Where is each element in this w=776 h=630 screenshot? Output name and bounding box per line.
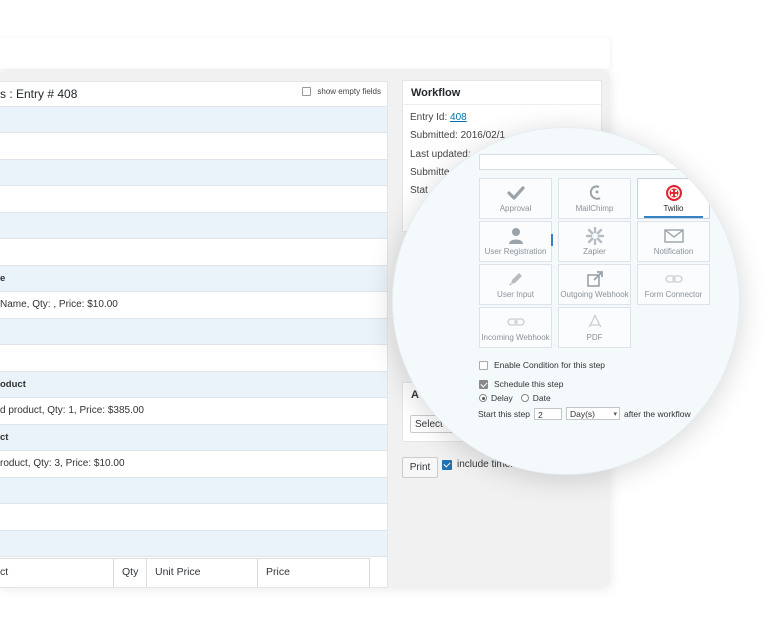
field-value-row: Name, Qty: , Price: $10.00	[0, 292, 387, 319]
step-type-label: Notification	[653, 247, 694, 256]
show-empty-fields-toggle[interactable]: show empty fields	[302, 87, 381, 96]
entry-title: s : Entry # 408	[0, 87, 78, 101]
pdf-icon	[559, 313, 630, 331]
start-prefix-label: Start this step	[478, 408, 530, 419]
schedule-checkbox[interactable]	[479, 379, 488, 389]
show-empty-label: show empty fields	[317, 87, 381, 96]
step-type-label: Twilio	[663, 204, 684, 213]
field-label-row: oduct	[0, 372, 387, 398]
field-value-row	[0, 133, 387, 160]
field-label: e	[0, 273, 6, 284]
step-type-mailchimp[interactable]: MailChimp	[558, 178, 631, 219]
link-icon	[480, 313, 551, 331]
divider	[403, 104, 601, 105]
field-label-row	[0, 160, 387, 186]
field-label-row: ct	[0, 425, 387, 451]
enable-condition-option[interactable]: Enable Condition for this step	[479, 360, 605, 370]
field-label-row: e	[0, 266, 387, 292]
field-value: Name, Qty: , Price: $10.00	[0, 299, 118, 310]
start-suffix-label: after the workflow	[623, 408, 691, 419]
col-price: Price	[266, 566, 290, 578]
col-divider	[113, 559, 114, 587]
product-table-header: ct Qty Unit Price Price	[0, 558, 370, 587]
enable-condition-checkbox[interactable]	[479, 360, 488, 370]
step-type-label: Form Connector	[644, 290, 703, 299]
step-type-user-registration[interactable]: User Registration	[479, 221, 552, 262]
step-type-form-connector[interactable]: Form Connector	[637, 264, 710, 305]
entry-id-row: Entry Id: 408	[410, 112, 467, 123]
external-link-icon	[559, 270, 630, 288]
field-value-row: roduct, Qty: 3, Price: $10.00	[0, 451, 387, 478]
step-type-label: Zapier	[583, 247, 606, 256]
step-name-input[interactable]	[479, 154, 711, 170]
field-label-row	[0, 531, 387, 557]
col-divider	[146, 559, 147, 587]
field-value-row	[0, 186, 387, 213]
entry-id-link[interactable]: 408	[450, 112, 467, 123]
scroll-indicator	[551, 234, 553, 246]
envelope-icon	[638, 227, 709, 245]
field-value: d product, Qty: 1, Price: $385.00	[0, 405, 144, 416]
delay-label: Delay	[491, 393, 513, 403]
field-label-row	[0, 319, 387, 345]
step-type-approval[interactable]: Approval	[479, 178, 552, 219]
entry-header: s : Entry # 408 show empty fields	[0, 82, 387, 107]
date-radio[interactable]	[520, 394, 529, 402]
link-icon	[638, 270, 709, 288]
field-label: ct	[0, 432, 9, 443]
field-value-row: d product, Qty: 1, Price: $385.00	[0, 398, 387, 425]
show-empty-checkbox[interactable]	[302, 87, 312, 96]
top-bar	[0, 38, 610, 69]
mailchimp-icon	[559, 184, 630, 202]
delay-unit-select[interactable]: Day(s)	[565, 407, 620, 421]
step-type-label: PDF	[586, 333, 603, 342]
field-label: oduct	[0, 379, 26, 390]
checkmark-icon	[480, 184, 551, 202]
schedule-label: Schedule this step	[494, 379, 564, 389]
field-value-row	[0, 239, 387, 266]
step-type-label: User Input	[497, 290, 534, 299]
step-type-label: Approval	[499, 204, 532, 213]
pencil-icon	[480, 270, 551, 288]
entry-detail-box: s : Entry # 408 show empty fields e Name,…	[0, 81, 388, 588]
step-type-label: Incoming Webhook	[481, 333, 550, 342]
step-type-label: Outgoing Webhook	[560, 290, 629, 299]
field-label-row	[0, 478, 387, 504]
delay-amount-input[interactable]: 2	[533, 407, 562, 420]
step-type-notification[interactable]: Notification	[637, 221, 710, 262]
field-label-row	[0, 107, 387, 133]
step-type-user-input[interactable]: User Input	[479, 264, 552, 305]
step-type-incoming-webhook[interactable]: Incoming Webhook	[479, 307, 552, 348]
user-icon	[480, 227, 551, 245]
field-value-row	[0, 345, 387, 372]
field-label-row	[0, 213, 387, 239]
col-unit-price: Unit Price	[155, 566, 201, 578]
zapier-icon	[559, 227, 630, 245]
delay-radio[interactable]	[479, 394, 487, 402]
step-type-pdf[interactable]: PDF	[558, 307, 631, 348]
workflow-title: Workflow	[411, 87, 461, 99]
field-value: roduct, Qty: 3, Price: $10.00	[0, 458, 125, 469]
enable-condition-label: Enable Condition for this step	[494, 360, 606, 370]
date-label: Date	[532, 393, 551, 403]
start-step-row: Start this step 2 Day(s) after the workf…	[478, 407, 691, 421]
col-divider	[257, 559, 258, 587]
magnifier-lens: Approval MailChimp Twilio User Registration…	[392, 127, 740, 475]
schedule-option[interactable]: Schedule this step	[479, 379, 563, 389]
step-type-label: User Registration	[484, 247, 547, 256]
field-value-row	[0, 504, 387, 531]
step-type-outgoing-webhook[interactable]: Outgoing Webhook	[558, 264, 631, 305]
col-qty: Qty	[122, 566, 139, 578]
schedule-type: Delay Date	[479, 393, 551, 403]
twilio-icon	[638, 184, 709, 202]
step-type-twilio[interactable]: Twilio	[637, 178, 710, 219]
step-type-zapier[interactable]: Zapier	[558, 221, 631, 262]
entry-rows: e Name, Qty: , Price: $10.00 oduct d produc…	[0, 107, 387, 557]
step-type-label: MailChimp	[575, 204, 614, 213]
col-product: ct	[0, 566, 9, 578]
entry-id-label: Entry Id:	[410, 112, 448, 123]
